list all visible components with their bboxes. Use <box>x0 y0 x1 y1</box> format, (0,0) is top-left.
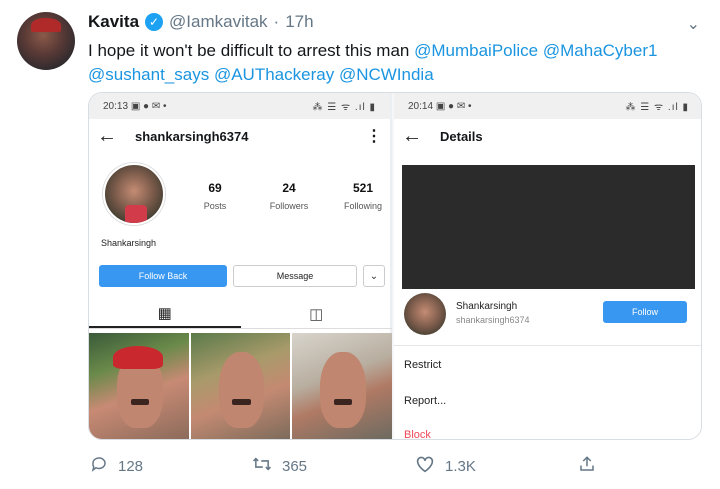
status-time: 20:13 <box>103 100 129 112</box>
profile-button-row: Follow Back Message ⌄ <box>99 265 385 287</box>
status-right-icons: ⁂ ☰ ᯤ .ıl ▮ <box>625 102 689 113</box>
menu-item-block: Block <box>404 429 431 440</box>
stat-label: Posts <box>203 201 227 211</box>
profile-app-bar: ← shankarsingh6374 ⋮ <box>89 119 390 153</box>
user-info-row: Shankarsingh shankarsingh6374 Follow <box>402 293 695 341</box>
mention-link[interactable]: @AUThackeray <box>214 65 334 84</box>
separator-dot: · <box>273 12 280 31</box>
user-name: Shankarsingh <box>456 301 518 312</box>
stat-following: 521 Following <box>337 181 389 211</box>
profile-tabs: ▦ ◫ <box>89 299 392 329</box>
back-arrow-icon: ← <box>97 124 117 147</box>
like-button[interactable]: 1.3K <box>415 455 476 478</box>
reply-button[interactable]: 128 <box>90 455 143 478</box>
menu-item-report: Report... <box>404 395 447 407</box>
stat-followers: 24 Followers <box>263 181 315 211</box>
like-count: 1.3K <box>445 458 476 475</box>
menu-item-restrict: Restrict <box>404 359 442 371</box>
reply-icon <box>90 455 108 478</box>
retweet-count: 365 <box>282 458 308 475</box>
status-time: 20:14 <box>408 100 434 112</box>
tweet-media[interactable]: 20:13 ▣ ● ✉ • ⁂ ☰ ᯤ .ıl ▮ ← shankarsingh… <box>88 92 702 440</box>
stat-posts: 69 Posts <box>189 181 241 211</box>
profile-stats: 69 Posts 24 Followers 521 Following <box>189 181 389 211</box>
tweet-text: I hope it won't be difficult to arrest t… <box>88 39 708 87</box>
mention-link[interactable]: @MumbaiPolice <box>414 41 538 60</box>
tweet-text-segment: I hope it won't be difficult to arrest t… <box>88 41 415 60</box>
mention-link[interactable]: @NCWIndia <box>339 65 434 84</box>
retweet-icon <box>252 455 272 478</box>
stat-label: Following <box>343 201 383 211</box>
back-arrow-icon: ← <box>402 124 422 147</box>
details-app-bar: ← Details <box>394 119 701 153</box>
more-options-icon: ⋮ <box>366 128 382 145</box>
profile-display-name: Shankarsingh <box>101 238 157 248</box>
chevron-down-icon: ⌄ <box>363 265 385 287</box>
profile-username: shankarsingh6374 <box>135 128 249 144</box>
heart-icon <box>415 455 435 478</box>
stat-label: Followers <box>269 201 309 211</box>
photo-thumbnail <box>89 333 189 439</box>
photo-thumbnail <box>190 333 291 439</box>
author-avatar[interactable] <box>17 12 75 70</box>
message-button: Message <box>233 265 357 287</box>
tweet-actions: 128 365 1.3K <box>88 455 628 477</box>
instagram-profile-screenshot: 20:13 ▣ ● ✉ • ⁂ ☰ ᯤ .ıl ▮ ← shankarsingh… <box>89 93 393 439</box>
profile-picture <box>103 163 165 225</box>
details-title: Details <box>440 128 483 144</box>
stat-value: 24 <box>282 181 296 195</box>
tagged-icon: ◫ <box>309 305 324 323</box>
mention-link[interactable]: @sushant_says <box>88 65 209 84</box>
instagram-details-screenshot: 20:14 ▣ ● ✉ • ⁂ ☰ ᯤ .ıl ▮ ← Details Shan… <box>394 93 701 440</box>
author-handle[interactable]: @Iamkavitak <box>169 12 268 32</box>
user-handle: shankarsingh6374 <box>456 315 530 325</box>
photo-grid <box>89 333 393 439</box>
share-icon <box>578 455 596 478</box>
stat-value: 521 <box>352 181 374 195</box>
follow-back-button: Follow Back <box>99 265 227 287</box>
status-right-icons: ⁂ ☰ ᯤ .ıl ▮ <box>312 102 376 113</box>
retweet-button[interactable]: 365 <box>252 455 307 478</box>
user-avatar <box>404 293 446 335</box>
grid-icon: ▦ <box>89 299 241 328</box>
follow-button: Follow <box>603 301 687 323</box>
reply-count: 128 <box>118 458 144 475</box>
chevron-down-icon[interactable]: ⌄ <box>687 14 700 34</box>
verified-badge-icon: ✓ <box>145 13 164 31</box>
share-button[interactable] <box>578 455 596 478</box>
stat-value: 69 <box>208 181 222 195</box>
status-icons: ▣ ● ✉ • <box>435 100 472 112</box>
status-bar: 20:13 ▣ ● ✉ • ⁂ ☰ ᯤ .ıl ▮ <box>89 93 390 119</box>
photo-thumbnail <box>292 333 393 439</box>
redacted-image-area <box>402 165 695 289</box>
tweet-timestamp[interactable]: 17h <box>285 12 313 32</box>
divider <box>394 345 701 346</box>
status-icons: ▣ ● ✉ • <box>130 100 167 112</box>
status-bar: 20:14 ▣ ● ✉ • ⁂ ☰ ᯤ .ıl ▮ <box>394 93 701 119</box>
tweet-header: Kavita ✓ @Iamkavitak · 17h <box>88 12 314 32</box>
author-name[interactable]: Kavita <box>88 12 139 32</box>
mention-link[interactable]: @MahaCyber1 <box>543 41 658 60</box>
